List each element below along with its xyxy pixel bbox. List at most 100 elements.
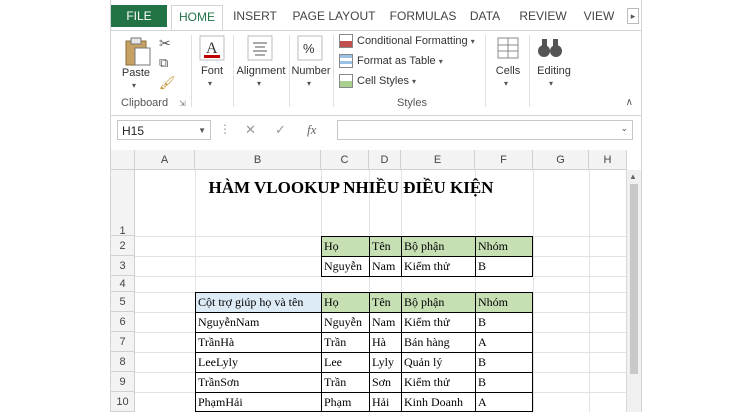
table-cell[interactable]: Kinh Doanh [401, 392, 476, 412]
row-header-2[interactable]: 2 [111, 236, 135, 256]
font-caret-icon[interactable]: ▾ [208, 79, 212, 88]
tab-page-layout[interactable]: PAGE LAYOUT [291, 5, 377, 27]
number-caret-icon[interactable]: ▾ [307, 79, 311, 88]
font-label[interactable]: Font [195, 65, 229, 77]
collapse-ribbon-icon[interactable]: ∧ [626, 97, 633, 108]
select-all-corner[interactable] [111, 150, 135, 170]
conditional-formatting-button[interactable]: Conditional Formatting ▾ [339, 33, 475, 49]
table-cell[interactable]: Hà [369, 332, 402, 353]
editing-label[interactable]: Editing [529, 65, 579, 77]
number-format-icon[interactable]: % [297, 35, 323, 61]
table-header-nhom[interactable]: Nhóm [475, 292, 533, 313]
table-cell[interactable]: B [475, 372, 533, 393]
scroll-up-icon[interactable]: ▲ [629, 172, 637, 181]
tab-view[interactable]: VIEW [577, 5, 621, 27]
cut-icon[interactable]: ✂ [159, 35, 171, 52]
table-cell[interactable]: Nam [369, 312, 402, 333]
table-cell[interactable]: TrầnSơn [195, 372, 322, 393]
column-header-d[interactable]: D [369, 150, 401, 170]
copy-icon[interactable]: ⧉ [159, 55, 168, 71]
cells-label[interactable]: Cells [489, 65, 527, 77]
table-header-helper[interactable]: Cột trợ giúp họ và tên [195, 292, 322, 313]
lookup-header-ten[interactable]: Tên [369, 236, 402, 257]
clipboard-launcher-icon[interactable]: ⇲ [179, 99, 186, 108]
table-cell[interactable]: Lyly [369, 352, 402, 373]
formula-input[interactable]: ⌄ [337, 120, 633, 140]
number-label[interactable]: Number [289, 65, 333, 77]
font-icon[interactable]: A [199, 35, 225, 61]
lookup-value-ten[interactable]: Nam [369, 256, 402, 277]
editing-caret-icon[interactable]: ▾ [549, 79, 553, 88]
cell-styles-button[interactable]: Cell Styles ▾ [339, 73, 416, 89]
table-cell[interactable]: Trần [321, 332, 370, 353]
tab-file[interactable]: FILE [111, 5, 167, 27]
table-header-bo-phan[interactable]: Bộ phận [401, 292, 476, 313]
table-cell[interactable]: Quản lý [401, 352, 476, 373]
row-header-9[interactable]: 9 [111, 372, 135, 392]
lookup-value-bo-phan[interactable]: Kiểm thử [401, 256, 476, 277]
table-header-ten[interactable]: Tên [369, 292, 402, 313]
table-cell[interactable]: Kiểm thử [401, 372, 476, 393]
lookup-value-ho[interactable]: Nguyễn [321, 256, 370, 277]
table-cell[interactable]: B [475, 352, 533, 373]
cells-icon[interactable] [495, 35, 521, 61]
column-header-a[interactable]: A [135, 150, 195, 170]
name-box-dropdown-icon[interactable]: ▼ [198, 121, 206, 141]
expand-formula-bar-icon[interactable]: ⌄ [620, 123, 628, 134]
paste-icon[interactable] [123, 35, 153, 67]
lookup-header-nhom[interactable]: Nhóm [475, 236, 533, 257]
table-cell[interactable]: NguyễnNam [195, 312, 322, 333]
editing-binoculars-icon[interactable] [535, 35, 565, 61]
table-cell[interactable]: Lee [321, 352, 370, 373]
table-cell[interactable]: PhạmHải [195, 392, 322, 412]
row-header-7[interactable]: 7 [111, 332, 135, 352]
tab-data[interactable]: DATA [465, 5, 505, 27]
table-header-ho[interactable]: Họ [321, 292, 370, 313]
table-cell[interactable]: A [475, 392, 533, 412]
column-header-f[interactable]: F [475, 150, 533, 170]
table-cell[interactable]: Trần [321, 372, 370, 393]
alignment-icon[interactable] [247, 35, 273, 61]
lookup-value-nhom[interactable]: B [475, 256, 533, 277]
row-header-10[interactable]: 10 [111, 392, 135, 412]
tab-scroll-right-icon[interactable]: ▸ [627, 8, 639, 24]
table-cell[interactable]: A [475, 332, 533, 353]
table-cell[interactable]: Hải [369, 392, 402, 412]
table-cell[interactable]: B [475, 312, 533, 333]
alignment-label[interactable]: Alignment [233, 65, 289, 77]
format-painter-icon[interactable]: 🖌 [159, 75, 176, 91]
row-header-4[interactable]: 4 [111, 276, 135, 292]
format-as-table-button[interactable]: Format as Table ▾ [339, 53, 443, 69]
column-header-c[interactable]: C [321, 150, 369, 170]
row-header-1[interactable]: 1 [111, 170, 135, 237]
sheet-title[interactable]: HÀM VLOOKUP NHIỀU ĐIỀU KIỆN [135, 178, 567, 198]
tab-review[interactable]: REVIEW [515, 5, 571, 27]
vertical-scrollbar[interactable]: ▲ [626, 170, 641, 412]
cells-caret-icon[interactable]: ▾ [504, 79, 508, 88]
column-header-h[interactable]: H [589, 150, 627, 170]
column-header-e[interactable]: E [401, 150, 475, 170]
table-cell[interactable]: Bán hàng [401, 332, 476, 353]
table-cell[interactable]: Phạm [321, 392, 370, 412]
table-cell[interactable]: Sơn [369, 372, 402, 393]
insert-function-icon[interactable]: fx [307, 122, 316, 138]
cancel-icon[interactable]: ✕ [245, 122, 256, 138]
alignment-caret-icon[interactable]: ▾ [257, 79, 261, 88]
lookup-header-bo-phan[interactable]: Bộ phận [401, 236, 476, 257]
name-box[interactable]: H15 ▼ [117, 120, 211, 140]
table-cell[interactable]: LeeLyly [195, 352, 322, 373]
tab-home[interactable]: HOME [171, 5, 223, 30]
row-header-8[interactable]: 8 [111, 352, 135, 372]
scrollbar-thumb[interactable] [630, 184, 638, 374]
lookup-header-ho[interactable]: Họ [321, 236, 370, 257]
table-cell[interactable]: TrầnHà [195, 332, 322, 353]
row-header-5[interactable]: 5 [111, 292, 135, 312]
tab-insert[interactable]: INSERT [229, 5, 281, 27]
table-cell[interactable]: Nguyễn [321, 312, 370, 333]
tab-formulas[interactable]: FORMULAS [385, 5, 461, 27]
column-header-b[interactable]: B [195, 150, 321, 170]
table-cell[interactable]: Kiểm thử [401, 312, 476, 333]
row-header-3[interactable]: 3 [111, 256, 135, 276]
row-header-6[interactable]: 6 [111, 312, 135, 332]
paste-label[interactable]: Paste [119, 67, 153, 79]
